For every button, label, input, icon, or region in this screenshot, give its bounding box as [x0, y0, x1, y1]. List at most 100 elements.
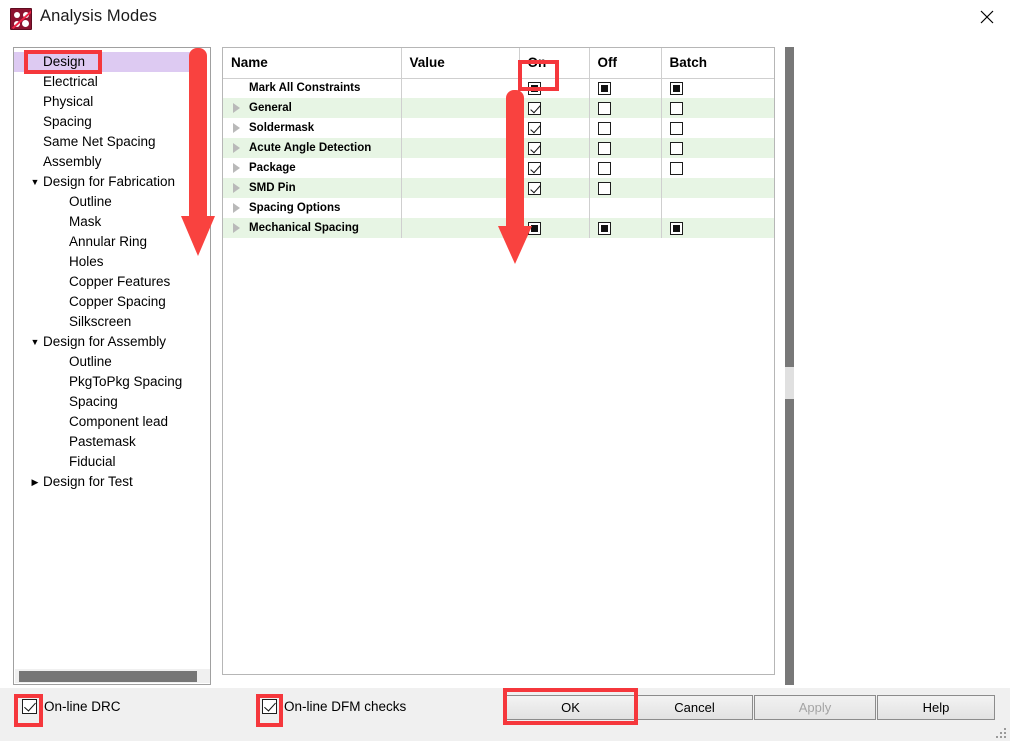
cell-on[interactable]	[519, 138, 590, 158]
cell-value[interactable]	[401, 218, 520, 238]
checkbox-box[interactable]	[22, 699, 37, 714]
tree-item-component-lead[interactable]: Component lead	[14, 412, 196, 432]
tree-item-design-for-assembly[interactable]: ▼ Design for Assembly	[14, 332, 196, 352]
cell-name[interactable]: Acute Angle Detection	[223, 138, 402, 158]
expand-triangle-icon[interactable]	[233, 163, 240, 173]
tree-item-outline[interactable]: Outline	[14, 352, 196, 372]
cell-value[interactable]	[401, 78, 520, 98]
tree-item-spacing[interactable]: Spacing	[14, 112, 196, 132]
batch-checkbox[interactable]	[669, 81, 683, 95]
batch-checkbox[interactable]	[669, 221, 683, 235]
cell-batch[interactable]	[661, 118, 774, 138]
constraints-table-panel[interactable]: Name Value On Off Batch Mark All Constraints…	[222, 47, 775, 675]
cell-value[interactable]	[401, 98, 520, 118]
resize-grip[interactable]	[995, 727, 1008, 740]
cell-name[interactable]: Mechanical Spacing	[223, 218, 402, 238]
tree-item-same-net-spacing[interactable]: Same Net Spacing	[14, 132, 196, 152]
checkbox-box[interactable]	[262, 699, 277, 714]
table-row[interactable]: Soldermask	[223, 118, 774, 138]
batch-checkbox[interactable]	[669, 161, 683, 175]
batch-checkbox[interactable]	[669, 141, 683, 155]
on-checkbox[interactable]	[527, 141, 541, 155]
tree-item-design-for-fabrication[interactable]: ▼ Design for Fabrication	[14, 172, 196, 192]
chevron-down-icon[interactable]: ▼	[28, 172, 42, 192]
table-row[interactable]: SMD Pin	[223, 178, 774, 198]
tree-horizontal-scrollbar[interactable]	[15, 669, 210, 683]
cell-name[interactable]: Mark All Constraints	[223, 78, 402, 98]
off-checkbox[interactable]	[597, 141, 611, 155]
column-header-off[interactable]: Off	[589, 48, 662, 79]
tree-item-pastemask[interactable]: Pastemask	[14, 432, 196, 452]
expand-triangle-icon[interactable]	[233, 203, 240, 213]
tree-item-assembly[interactable]: Assembly	[14, 152, 196, 172]
off-checkbox[interactable]	[597, 81, 611, 95]
cell-off[interactable]	[589, 198, 662, 218]
tree-item-annular-ring[interactable]: Annular Ring	[14, 232, 196, 252]
chevron-right-icon[interactable]: ▶	[28, 472, 42, 492]
online-dfm-checkbox[interactable]: On-line DFM checks	[262, 699, 406, 714]
off-checkbox[interactable]	[597, 221, 611, 235]
cell-name[interactable]: Spacing Options	[223, 198, 402, 218]
table-row[interactable]: Mechanical Spacing	[223, 218, 774, 238]
column-header-name[interactable]: Name	[223, 48, 402, 79]
cell-value[interactable]	[401, 178, 520, 198]
cell-name[interactable]: SMD Pin	[223, 178, 402, 198]
batch-checkbox[interactable]	[669, 101, 683, 115]
tree-item-copper-spacing[interactable]: Copper Spacing	[14, 292, 196, 312]
off-checkbox[interactable]	[597, 121, 611, 135]
cell-off[interactable]	[589, 118, 662, 138]
close-icon[interactable]	[964, 0, 1010, 33]
scrollbar-thumb[interactable]	[19, 671, 197, 682]
cell-batch[interactable]	[661, 78, 774, 98]
tree-item-design-for-test[interactable]: ▶ Design for Test	[14, 472, 196, 492]
cell-off[interactable]	[589, 98, 662, 118]
on-checkbox[interactable]	[527, 181, 541, 195]
expand-triangle-icon[interactable]	[233, 223, 240, 233]
off-checkbox[interactable]	[597, 101, 611, 115]
column-header-batch[interactable]: Batch	[661, 48, 774, 79]
tree-item-mask[interactable]: Mask	[14, 212, 196, 232]
on-checkbox[interactable]	[527, 81, 541, 95]
cell-off[interactable]	[589, 78, 662, 98]
tree-item-design[interactable]: Design	[14, 52, 196, 72]
tree-item-silkscreen[interactable]: Silkscreen	[14, 312, 196, 332]
cell-value[interactable]	[401, 138, 520, 158]
cancel-button[interactable]: Cancel	[636, 695, 753, 720]
cell-batch[interactable]	[661, 138, 774, 158]
panel-splitter-scrollbar[interactable]	[785, 47, 794, 685]
cell-on[interactable]	[519, 198, 590, 218]
tree-item-copper-features[interactable]: Copper Features	[14, 272, 196, 292]
help-button[interactable]: Help	[877, 695, 995, 720]
tree-item-outline[interactable]: Outline	[14, 192, 196, 212]
tree-item-physical[interactable]: Physical	[14, 92, 196, 112]
expand-triangle-icon[interactable]	[233, 123, 240, 133]
table-row[interactable]: Mark All Constraints	[223, 78, 774, 98]
cell-off[interactable]	[589, 218, 662, 238]
cell-off[interactable]	[589, 178, 662, 198]
table-row[interactable]: General	[223, 98, 774, 118]
table-row[interactable]: Spacing Options	[223, 198, 774, 218]
cell-on[interactable]	[519, 218, 590, 238]
tree-item-holes[interactable]: Holes	[14, 252, 196, 272]
cell-value[interactable]	[401, 198, 520, 218]
tree-item-spacing[interactable]: Spacing	[14, 392, 196, 412]
on-checkbox[interactable]	[527, 221, 541, 235]
batch-checkbox[interactable]	[669, 121, 683, 135]
splitter-grip[interactable]	[785, 367, 794, 399]
table-row[interactable]: Package	[223, 158, 774, 178]
table-row[interactable]: Acute Angle Detection	[223, 138, 774, 158]
expand-triangle-icon[interactable]	[233, 183, 240, 193]
off-checkbox[interactable]	[597, 161, 611, 175]
column-header-on[interactable]: On	[519, 48, 590, 79]
cell-on[interactable]	[519, 178, 590, 198]
column-header-value[interactable]: Value	[401, 48, 520, 79]
cell-name[interactable]: General	[223, 98, 402, 118]
on-checkbox[interactable]	[527, 101, 541, 115]
on-checkbox[interactable]	[527, 161, 541, 175]
cell-batch[interactable]	[661, 98, 774, 118]
cell-off[interactable]	[589, 138, 662, 158]
on-checkbox[interactable]	[527, 121, 541, 135]
ok-button[interactable]: OK	[505, 695, 636, 720]
chevron-down-icon[interactable]: ▼	[28, 332, 42, 352]
off-checkbox[interactable]	[597, 181, 611, 195]
